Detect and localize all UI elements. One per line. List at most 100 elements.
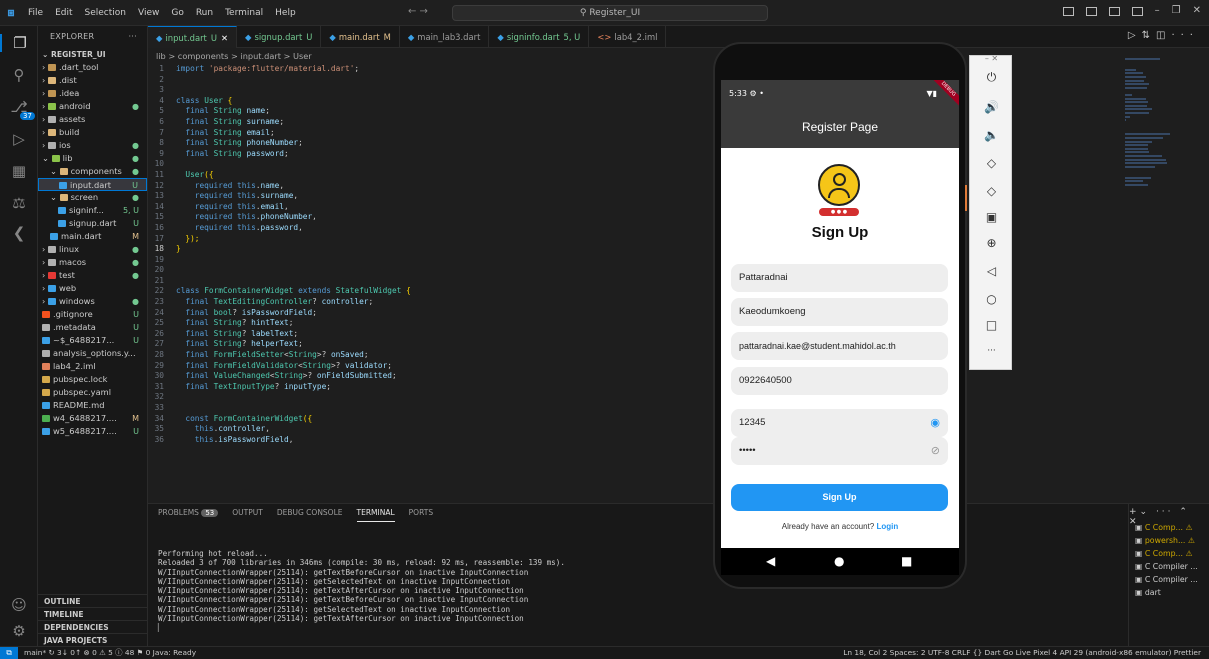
code-line[interactable]: 4 class User {: [148, 96, 708, 107]
tree-item[interactable]: › test ●: [38, 269, 147, 282]
tree-item[interactable]: signup.dart U: [38, 217, 147, 230]
power-icon[interactable]: ⏻: [970, 70, 1013, 85]
email-field[interactable]: pattaradnai.kae@student.mahidol.ac.th: [731, 332, 948, 360]
code-line[interactable]: 36 this.isPasswordField,: [148, 435, 708, 446]
tab-problems[interactable]: PROBLEMS 53: [158, 504, 219, 522]
menu-edit[interactable]: Edit: [49, 8, 78, 18]
code-line[interactable]: 20: [148, 265, 708, 276]
customize-layout-icon[interactable]: [1131, 7, 1143, 16]
close-tab-icon[interactable]: ✕: [221, 33, 228, 43]
terminal-instance[interactable]: ▣ C Compiler ...: [1135, 561, 1198, 573]
name-field[interactable]: Pattaradnai: [731, 264, 948, 292]
code-line[interactable]: 9 final String password;: [148, 149, 708, 160]
visibility-off-icon[interactable]: ⊘: [931, 437, 940, 465]
status-left[interactable]: main* ↻ 3↓ 0↑ ⊗ 0 ⚠ 5 ⓘ 48 ⚑ 0 Java: Rea…: [24, 647, 196, 659]
code-line[interactable]: 13 required this.surname,: [148, 191, 708, 202]
code-line[interactable]: 28 final FormFieldSetter<String>? onSave…: [148, 350, 708, 361]
testing-icon[interactable]: ⚖: [0, 194, 38, 212]
tab-ports[interactable]: PORTS: [409, 504, 433, 522]
code-line[interactable]: 16 required this.password,: [148, 223, 708, 234]
tree-item[interactable]: › linux ●: [38, 243, 147, 256]
code-line[interactable]: 22 class FormContainerWidget extends Stat…: [148, 286, 708, 297]
emulator-window-controls[interactable]: – ✕: [970, 54, 1013, 63]
screenshot-icon[interactable]: ▣: [970, 210, 1013, 224]
editor-tab[interactable]: ◆ signup.dart U: [237, 26, 322, 48]
rotate-left-icon[interactable]: ◇: [970, 156, 1013, 170]
timeline-section[interactable]: TIMELINE: [38, 607, 148, 620]
tree-item[interactable]: ⌄ components ●: [38, 165, 147, 178]
editor-tab[interactable]: ◆ main.dart M: [321, 26, 400, 48]
source-control-icon[interactable]: ⎇ 37: [0, 98, 38, 120]
menu-terminal[interactable]: Terminal: [219, 8, 269, 18]
zoom-icon[interactable]: ⊕: [970, 236, 1013, 250]
code-line[interactable]: 23 final TextEditingController? controll…: [148, 297, 708, 308]
code-line[interactable]: 7 final String email;: [148, 128, 708, 139]
remote-icon[interactable]: ❮: [0, 224, 38, 242]
code-line[interactable]: 21: [148, 276, 708, 287]
tree-item[interactable]: w5_6488217.... U: [38, 425, 147, 438]
code-line[interactable]: 11 User({: [148, 170, 708, 181]
tree-item[interactable]: lab4_2.iml: [38, 360, 147, 373]
tree-item[interactable]: › ios ●: [38, 139, 147, 152]
menu-view[interactable]: View: [132, 8, 165, 18]
settings-gear-icon[interactable]: ⚙: [0, 622, 38, 640]
tree-item[interactable]: README.md: [38, 399, 147, 412]
extensions-icon[interactable]: ▦: [0, 162, 38, 180]
terminal-instance[interactable]: ▣ C Compiler ...: [1135, 574, 1198, 586]
more-icon[interactable]: ···: [1171, 30, 1199, 41]
more-icon[interactable]: ···: [970, 346, 1013, 356]
tree-item[interactable]: w4_6488217.... M: [38, 412, 147, 425]
account-icon[interactable]: ☺: [0, 596, 38, 614]
code-line[interactable]: 32: [148, 392, 708, 403]
code-line[interactable]: 25 final String? hintText;: [148, 318, 708, 329]
code-line[interactable]: 10: [148, 159, 708, 170]
search-view-icon[interactable]: ⚲: [0, 66, 38, 84]
visibility-icon[interactable]: ◉: [930, 409, 940, 437]
code-line[interactable]: 18}: [148, 244, 708, 255]
tree-item[interactable]: › web: [38, 282, 147, 295]
tree-item[interactable]: pubspec.lock: [38, 373, 147, 386]
split-editor-icon[interactable]: ◫: [1156, 30, 1171, 41]
tree-item[interactable]: input.dart U: [38, 178, 147, 191]
code-line[interactable]: 26 final String? labelText;: [148, 329, 708, 340]
code-line[interactable]: 29 final FormFieldValidator<String>? val…: [148, 361, 708, 372]
back-icon[interactable]: ◁: [970, 264, 1013, 278]
outline-section[interactable]: OUTLINE: [38, 594, 148, 607]
code-line[interactable]: 17 });: [148, 234, 708, 245]
minimize-icon[interactable]: –: [1155, 5, 1160, 16]
menu-file[interactable]: File: [22, 8, 49, 18]
project-root[interactable]: ⌄ REGISTER_UI: [38, 48, 147, 61]
more-actions-icon[interactable]: ···: [128, 26, 137, 48]
code-line[interactable]: 30 final ValueChanged<String>? onFieldSu…: [148, 371, 708, 382]
surname-field[interactable]: Kaeodumkoeng: [731, 298, 948, 326]
explorer-icon[interactable]: ❐: [0, 34, 38, 52]
tree-item[interactable]: › windows ●: [38, 295, 147, 308]
tree-item[interactable]: main.dart M: [38, 230, 147, 243]
code-line[interactable]: 15 required this.phoneNumber,: [148, 212, 708, 223]
menu-help[interactable]: Help: [269, 8, 302, 18]
code-line[interactable]: 14 required this.email,: [148, 202, 708, 213]
toggle-sidebar-icon[interactable]: [1062, 7, 1074, 16]
home-icon[interactable]: ●: [834, 554, 844, 568]
tree-item[interactable]: ~$_6488217... U: [38, 334, 147, 347]
tree-item[interactable]: signinf... 5, U: [38, 204, 147, 217]
overview-icon[interactable]: □: [970, 318, 1013, 332]
java-projects-section[interactable]: JAVA PROJECTS: [38, 633, 148, 646]
editor-tab[interactable]: ◆ signinfo.dart 5, U: [489, 26, 590, 48]
back-icon[interactable]: ◀: [766, 554, 775, 568]
tree-item[interactable]: › .idea: [38, 87, 147, 100]
code-line[interactable]: 35 this.controller,: [148, 424, 708, 435]
editor-tab[interactable]: <> lab4_2.iml: [589, 26, 667, 48]
menu-go[interactable]: Go: [165, 8, 189, 18]
code-line[interactable]: 12 required this.name,: [148, 181, 708, 192]
code-line[interactable]: 3: [148, 85, 708, 96]
editor-tab[interactable]: ◆ input.dart U ✕: [148, 26, 238, 48]
password-field-hidden[interactable]: ••••• ⊘: [731, 437, 948, 465]
tree-item[interactable]: › .dist: [38, 74, 147, 87]
code-line[interactable]: 27 final String? helperText;: [148, 339, 708, 350]
code-line[interactable]: 2: [148, 75, 708, 86]
terminal-instance[interactable]: ▣ powersh... ⚠: [1135, 535, 1195, 547]
rotate-right-icon[interactable]: ◇: [970, 184, 1013, 198]
tree-item[interactable]: pubspec.yaml: [38, 386, 147, 399]
editor-tab[interactable]: ◆ main_lab3.dart: [400, 26, 490, 48]
